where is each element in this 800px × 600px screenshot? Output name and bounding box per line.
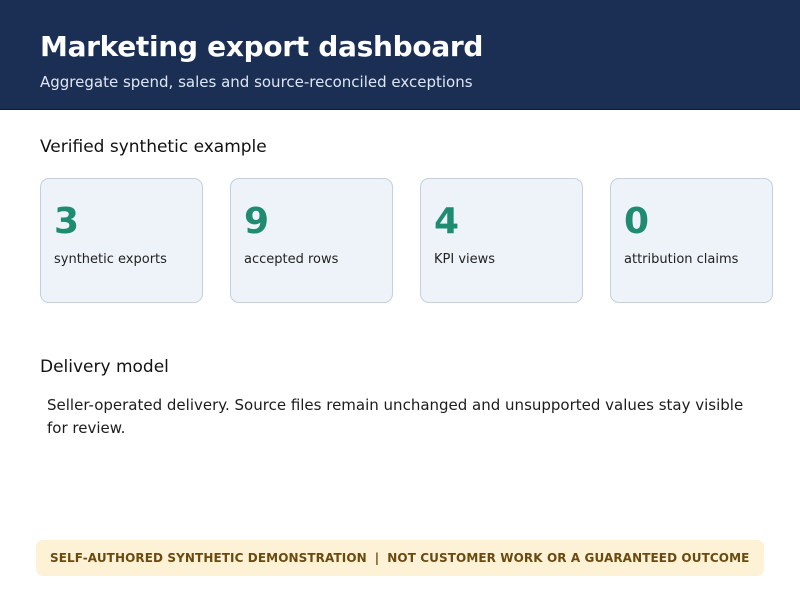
kpi-label: synthetic exports	[54, 252, 167, 267]
kpi-value: 4	[434, 201, 460, 242]
disclaimer-banner: SELF-AUTHORED SYNTHETIC DEMONSTRATION | NO…	[36, 540, 764, 576]
kpi-card-synthetic-exports: 3 synthetic exports	[40, 178, 203, 303]
kpi-label: KPI views	[434, 252, 496, 267]
kpi-card-row: 3 synthetic exports 9 accepted rows 4 KP…	[40, 178, 775, 305]
header-banner: Marketing export dashboard Aggregate spe…	[0, 0, 800, 110]
delivery-description: Seller-operated delivery. Source files r…	[47, 396, 744, 437]
disclaimer-separator: |	[374, 551, 380, 565]
kpi-value: 3	[54, 201, 80, 242]
disclaimer-left-text: SELF-AUTHORED SYNTHETIC DEMONSTRATION	[50, 551, 367, 565]
kpi-card-kpi-views: 4 KPI views	[420, 178, 583, 303]
verified-section-heading: Verified synthetic example	[40, 137, 267, 157]
page-subtitle: Aggregate spend, sales and source-reconc…	[40, 73, 473, 91]
page-title: Marketing export dashboard	[40, 30, 484, 63]
kpi-value: 9	[244, 201, 270, 242]
kpi-label: attribution claims	[624, 252, 739, 267]
delivery-section-heading: Delivery model	[40, 357, 169, 377]
kpi-card-attribution-claims: 0 attribution claims	[610, 178, 773, 303]
dashboard-page: Marketing export dashboard Aggregate spe…	[0, 0, 800, 600]
disclaimer-right-text: NOT CUSTOMER WORK OR A GUARANTEED OUTCOM…	[387, 551, 750, 565]
kpi-card-accepted-rows: 9 accepted rows	[230, 178, 393, 303]
kpi-value: 0	[624, 201, 650, 242]
kpi-label: accepted rows	[244, 252, 339, 267]
